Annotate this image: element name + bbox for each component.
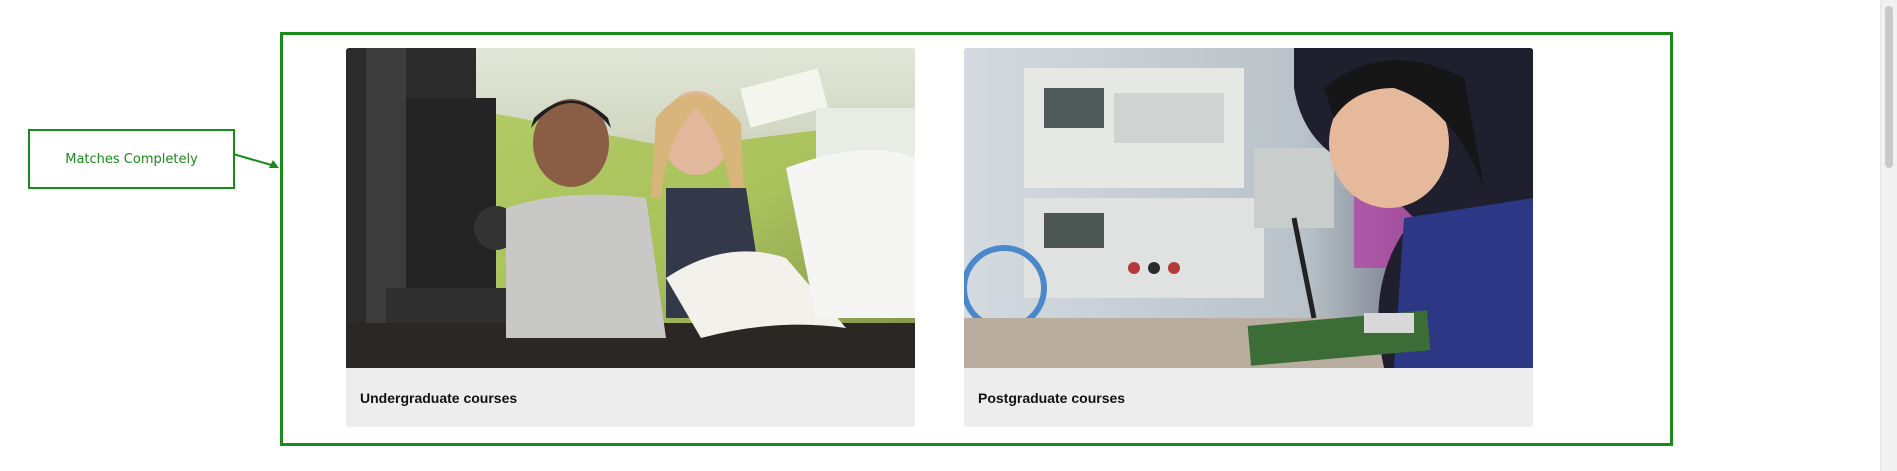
scrollbar-thumb[interactable] [1885,6,1893,168]
undergraduate-courses-link[interactable]: Undergraduate courses [360,390,517,406]
page-scrollbar[interactable] [1880,0,1897,471]
page: Matches Completely Undergraduate courses… [0,0,1897,471]
student-soldering-electronics-image [964,48,1533,368]
postgraduate-courses-link[interactable]: Postgraduate courses [978,390,1125,406]
students-printing-press-image [346,48,915,368]
annotation-label-box: Matches Completely [28,129,235,189]
undergraduate-courses-card[interactable]: Undergraduate courses [346,48,915,427]
annotation-arrow-icon [232,153,279,168]
postgraduate-courses-card[interactable]: Postgraduate courses [964,48,1533,427]
annotation-label: Matches Completely [65,151,198,167]
